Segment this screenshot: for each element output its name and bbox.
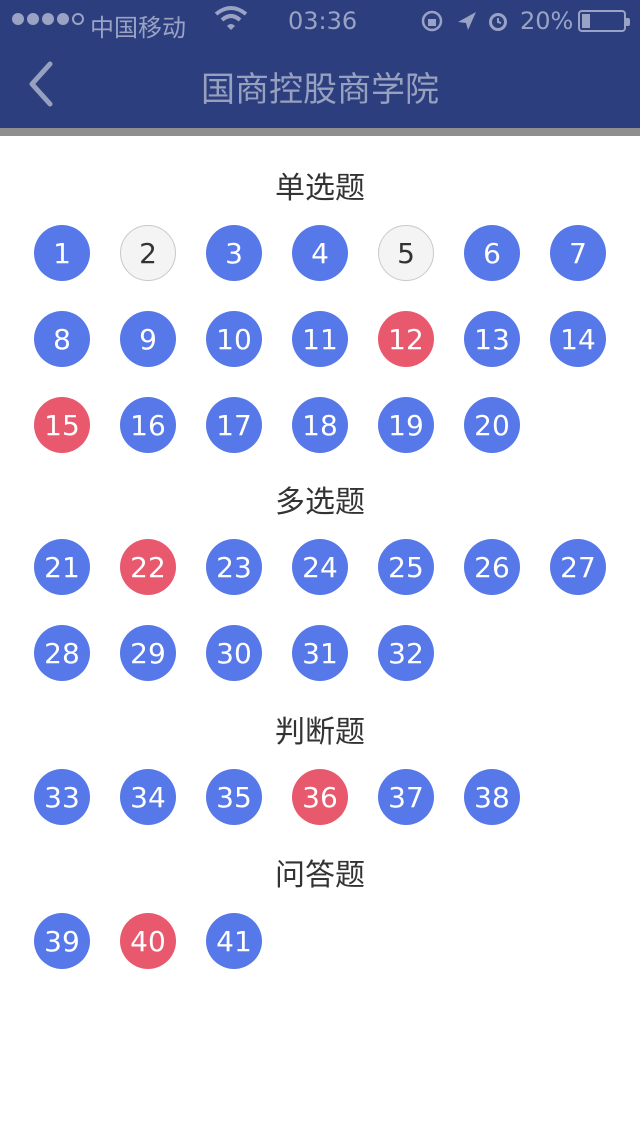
question-number-button[interactable]: 18 [292, 397, 348, 453]
question-number-button[interactable]: 9 [120, 311, 176, 367]
question-number-button[interactable]: 34 [120, 769, 176, 825]
question-number-button[interactable]: 3 [206, 225, 262, 281]
question-number-button[interactable]: 2 [120, 225, 176, 281]
question-number-button[interactable]: 40 [120, 913, 176, 969]
question-number-button[interactable]: 6 [464, 225, 520, 281]
alarm-icon [489, 13, 507, 31]
question-number-button[interactable]: 25 [378, 539, 434, 595]
section-title: 多选题 [275, 485, 365, 520]
wifi-icon [214, 6, 248, 30]
question-number-button[interactable]: 28 [34, 625, 90, 681]
question-number-button[interactable]: 1 [34, 225, 90, 281]
section-title: 判断题 [275, 715, 365, 750]
signal-strength-icon [12, 13, 84, 25]
header-divider [0, 128, 640, 136]
rotation-lock-icon [421, 10, 443, 32]
carrier-label: 中国移动 [90, 14, 186, 42]
battery-percent: 20% [520, 7, 574, 35]
question-number-button[interactable]: 20 [464, 397, 520, 453]
question-number-button[interactable]: 29 [120, 625, 176, 681]
question-number-button[interactable]: 24 [292, 539, 348, 595]
question-number-button[interactable]: 37 [378, 769, 434, 825]
status-time: 03:36 [288, 7, 358, 35]
question-number-button[interactable]: 12 [378, 311, 434, 367]
question-number-button[interactable]: 10 [206, 311, 262, 367]
question-number-button[interactable]: 5 [378, 225, 434, 281]
question-number-button[interactable]: 33 [34, 769, 90, 825]
question-number-button[interactable]: 31 [292, 625, 348, 681]
question-number-button[interactable]: 4 [292, 225, 348, 281]
question-number-button[interactable]: 30 [206, 625, 262, 681]
question-number-button[interactable]: 21 [34, 539, 90, 595]
question-number-button[interactable]: 32 [378, 625, 434, 681]
question-number-button[interactable]: 22 [120, 539, 176, 595]
section-title: 问答题 [275, 858, 365, 893]
location-icon [458, 12, 476, 30]
question-number-button[interactable]: 41 [206, 913, 262, 969]
question-number-button[interactable]: 38 [464, 769, 520, 825]
question-number-button[interactable]: 36 [292, 769, 348, 825]
question-number-button[interactable]: 26 [464, 539, 520, 595]
question-number-button[interactable]: 15 [34, 397, 90, 453]
question-number-button[interactable]: 39 [34, 913, 90, 969]
question-number-button[interactable]: 17 [206, 397, 262, 453]
question-number-button[interactable]: 7 [550, 225, 606, 281]
question-number-button[interactable]: 8 [34, 311, 90, 367]
question-number-button[interactable]: 35 [206, 769, 262, 825]
question-number-button[interactable]: 23 [206, 539, 262, 595]
battery-icon [578, 10, 630, 32]
question-number-button[interactable]: 16 [120, 397, 176, 453]
question-number-button[interactable]: 19 [378, 397, 434, 453]
section-title: 单选题 [275, 171, 365, 206]
status-icons [421, 10, 507, 32]
question-number-button[interactable]: 27 [550, 539, 606, 595]
question-number-button[interactable]: 13 [464, 311, 520, 367]
question-number-button[interactable]: 11 [292, 311, 348, 367]
status-bar: 中国移动 03:36 20% [0, 0, 640, 42]
question-number-button[interactable]: 14 [550, 311, 606, 367]
back-arrow-icon[interactable] [22, 58, 62, 110]
